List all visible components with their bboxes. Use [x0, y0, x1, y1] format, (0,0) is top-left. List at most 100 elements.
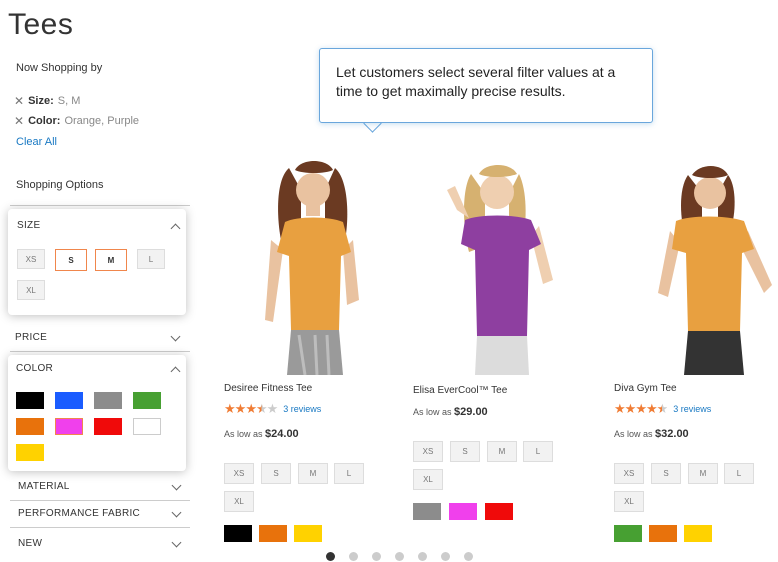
page-title: Tees — [8, 8, 74, 41]
active-filter-color: ✕ Color: Orange, Purple — [14, 114, 139, 128]
product-size-l[interactable]: L — [523, 441, 553, 462]
star-icon: ★ — [614, 401, 626, 416]
active-filter-label: Size: — [28, 95, 54, 107]
star-half-icon: ★ — [255, 401, 268, 416]
price-prefix: As low as — [413, 407, 452, 417]
color-filter-title: COLOR — [16, 363, 54, 374]
color-swatch-blue[interactable] — [55, 392, 83, 409]
product-color-swatch[interactable] — [294, 525, 322, 542]
size-option-l[interactable]: L — [137, 249, 165, 269]
product-name[interactable]: Desiree Fitness Tee — [224, 383, 312, 394]
remove-filter-icon[interactable]: ✕ — [14, 114, 24, 128]
star-icon: ★ — [224, 401, 236, 416]
size-filter-title: SIZE — [17, 220, 41, 231]
new-filter-title[interactable]: NEW — [18, 538, 42, 549]
product-size-xl[interactable]: XL — [413, 469, 443, 490]
product-size-s[interactable]: S — [450, 441, 480, 462]
active-filter-label: Color: — [28, 115, 61, 127]
product-size-s[interactable]: S — [261, 463, 291, 484]
carousel-dot[interactable] — [372, 552, 381, 561]
product-size-xs[interactable]: XS — [614, 463, 644, 484]
product-price: As low as $32.00 — [614, 428, 689, 440]
star-icon: ★ — [645, 401, 658, 416]
price-value: $29.00 — [454, 406, 488, 418]
tooltip: Let customers select several filter valu… — [319, 48, 653, 123]
chevron-down-icon[interactable] — [171, 537, 182, 548]
product-color-swatch[interactable] — [224, 525, 252, 542]
price-prefix: As low as — [614, 429, 653, 439]
star-icon: ★ — [245, 401, 257, 416]
product-image[interactable] — [648, 165, 778, 375]
product-color-swatch[interactable] — [485, 503, 513, 520]
material-filter-title[interactable]: MATERIAL — [18, 481, 70, 492]
carousel-dot[interactable] — [395, 552, 404, 561]
product-size-s[interactable]: S — [651, 463, 681, 484]
price-value: $24.00 — [265, 428, 299, 440]
rating-stars: ★★★★★ — [224, 401, 279, 417]
product-size-xl[interactable]: XL — [224, 491, 254, 512]
size-option-xl[interactable]: XL — [17, 280, 45, 300]
chevron-down-icon[interactable] — [170, 331, 181, 342]
color-swatch-green[interactable] — [133, 392, 161, 409]
active-filter-size: ✕ Size: S, M — [14, 94, 80, 108]
product-rating: ★★★★★ 3 reviews — [614, 401, 711, 417]
performance-fabric-filter-title[interactable]: PERFORMANCE FABRIC — [18, 508, 140, 519]
divider — [10, 527, 190, 528]
chevron-down-icon[interactable] — [171, 507, 182, 518]
rating-stars: ★★★★★ — [614, 401, 669, 417]
active-filter-values: S, M — [57, 95, 81, 107]
product-color-swatch[interactable] — [649, 525, 677, 542]
color-swatch-black[interactable] — [16, 392, 44, 409]
reviews-link[interactable]: 3 reviews — [673, 404, 711, 414]
product-size-xs[interactable]: XS — [224, 463, 254, 484]
color-swatch-yellow[interactable] — [16, 444, 44, 461]
product-price: As low as $24.00 — [224, 428, 299, 440]
divider — [10, 500, 190, 501]
product-size-l[interactable]: L — [334, 463, 364, 484]
price-value: $32.00 — [655, 428, 689, 440]
star-empty-icon: ★ — [266, 401, 279, 416]
product-image[interactable] — [255, 160, 375, 375]
divider — [10, 351, 190, 352]
product-color-swatch[interactable] — [449, 503, 477, 520]
product-color-swatch[interactable] — [413, 503, 441, 520]
carousel-dot[interactable] — [441, 552, 450, 561]
chevron-up-icon[interactable] — [170, 223, 181, 234]
color-filter-panel: COLOR — [8, 355, 186, 471]
size-option-xs[interactable]: XS — [17, 249, 45, 269]
product-size-l[interactable]: L — [724, 463, 754, 484]
product-image[interactable] — [435, 160, 565, 375]
price-filter-title[interactable]: PRICE — [15, 332, 47, 343]
product-size-xs[interactable]: XS — [413, 441, 443, 462]
product-name[interactable]: Diva Gym Tee — [614, 383, 677, 394]
product-size-xl[interactable]: XL — [614, 491, 644, 512]
size-option-s[interactable]: S — [55, 249, 87, 271]
carousel-dot[interactable] — [326, 552, 335, 561]
product-color-swatch[interactable] — [614, 525, 642, 542]
size-filter-panel: SIZE XS S M L XL — [8, 209, 186, 315]
product-name[interactable]: Elisa EverCool™ Tee — [413, 385, 507, 396]
size-option-m[interactable]: M — [95, 249, 127, 271]
product-price: As low as $29.00 — [413, 406, 488, 418]
color-swatch-purple[interactable] — [55, 418, 83, 435]
color-swatch-red[interactable] — [94, 418, 122, 435]
product-color-swatch[interactable] — [684, 525, 712, 542]
carousel-dot[interactable] — [349, 552, 358, 561]
clear-all-link[interactable]: Clear All — [16, 136, 57, 148]
price-prefix: As low as — [224, 429, 263, 439]
carousel-dot[interactable] — [464, 552, 473, 561]
remove-filter-icon[interactable]: ✕ — [14, 94, 24, 108]
color-swatch-gray[interactable] — [94, 392, 122, 409]
product-size-m[interactable]: M — [487, 441, 517, 462]
reviews-link[interactable]: 3 reviews — [283, 404, 321, 414]
color-swatch-orange[interactable] — [16, 418, 44, 435]
carousel-dot[interactable] — [418, 552, 427, 561]
chevron-up-icon[interactable] — [170, 366, 181, 377]
now-shopping-heading: Now Shopping by — [16, 62, 103, 74]
chevron-down-icon[interactable] — [171, 480, 182, 491]
star-half-icon: ★ — [656, 401, 669, 416]
product-size-m[interactable]: M — [298, 463, 328, 484]
product-size-m[interactable]: M — [688, 463, 718, 484]
color-swatch-white[interactable] — [133, 418, 161, 435]
product-color-swatch[interactable] — [259, 525, 287, 542]
